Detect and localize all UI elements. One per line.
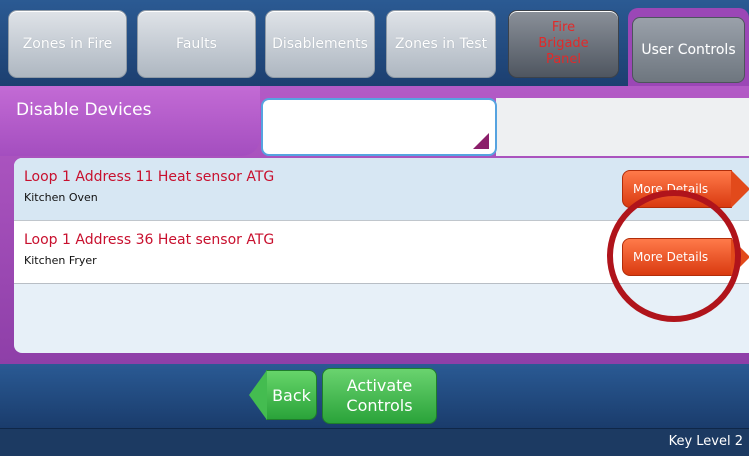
activate-controls-label: Activate Controls [346,376,413,415]
status-bar: Key Level 2 [0,428,749,456]
active-tab-button: User Controls [632,17,745,83]
device-title: Loop 1 Address 11 Heat sensor ATG [24,169,275,185]
tab-zones-in-test[interactable]: Zones in Test [386,10,496,78]
tab-label: Faults [176,36,217,52]
tab-label: Fire Brigade Panel [538,20,589,67]
back-button[interactable]: Back [249,370,317,420]
panel-title-tab: Disable Devices [0,86,260,156]
tab-disablements[interactable]: Disablements [265,10,375,78]
page-title: Disable Devices [16,100,152,120]
device-location: Kitchen Oven [24,191,98,204]
tab-faults[interactable]: Faults [137,10,256,78]
tab-user-controls[interactable]: User Controls [628,8,749,88]
resize-corner-icon [473,133,489,149]
bottom-action-bar: Back Activate Controls [0,364,749,428]
device-title: Loop 1 Address 36 Heat sensor ATG [24,232,275,248]
tab-fire-brigade-panel[interactable]: Fire Brigade Panel [508,10,619,78]
device-location: Kitchen Fryer [24,254,97,267]
activate-controls-button[interactable]: Activate Controls [322,368,437,424]
tab-label: Zones in Test [394,36,488,52]
tab-label: User Controls [641,42,736,58]
tab-zones-in-fire[interactable]: Zones in Fire [8,10,127,78]
header-strip [496,98,749,156]
highlight-circle-annotation [607,190,741,322]
tab-label: Disablements [272,36,368,52]
key-level-indicator: Key Level 2 [668,434,743,449]
top-tab-bar: Zones in Fire Faults Disablements Zones … [0,0,749,88]
tab-label: Zones in Fire [22,36,113,52]
search-input[interactable] [261,98,497,156]
